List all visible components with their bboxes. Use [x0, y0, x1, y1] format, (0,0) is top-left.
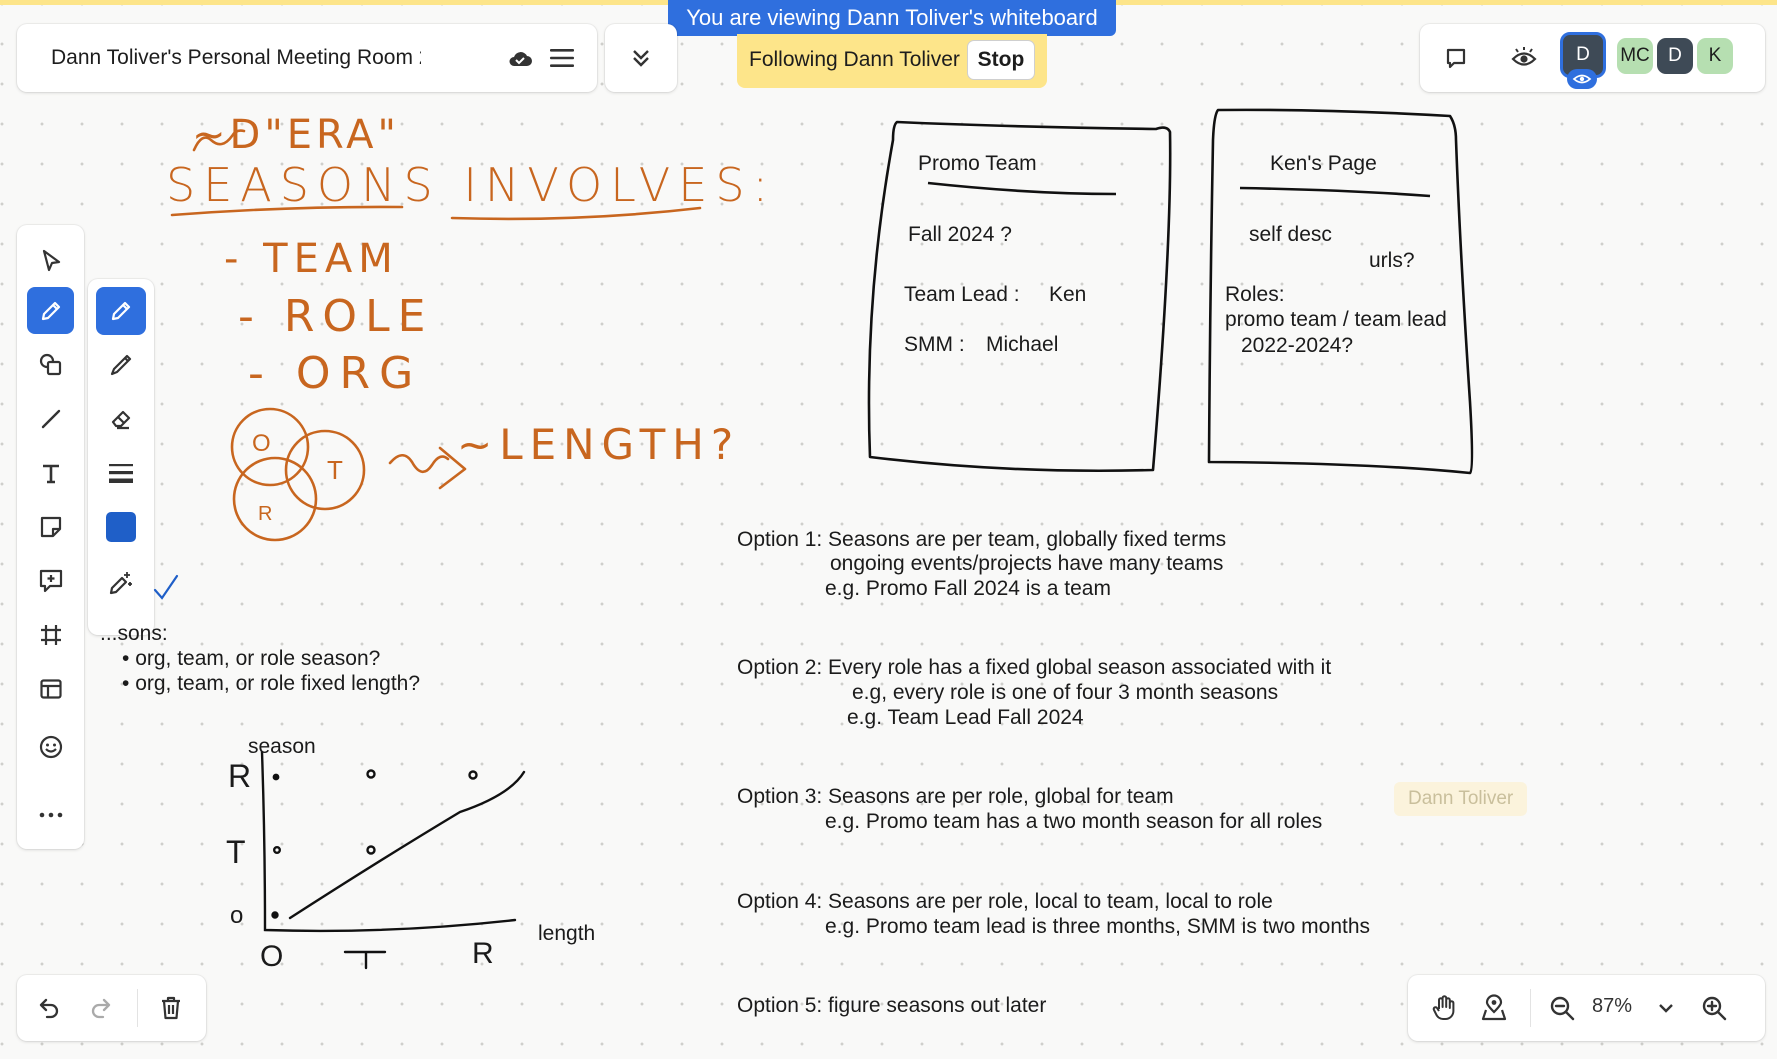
- graph-y-tick: R: [228, 758, 252, 794]
- cloud-saved-icon[interactable]: [505, 43, 535, 73]
- stop-following-button[interactable]: Stop: [967, 40, 1035, 80]
- template-tool-icon[interactable]: [27, 665, 74, 712]
- user-avatar[interactable]: D: [1657, 38, 1693, 74]
- option-4-line: e.g. Promo team lead is three months, SM…: [825, 915, 1371, 938]
- promo-card-title: Promo Team: [918, 152, 1037, 175]
- eraser-icon[interactable]: [96, 395, 146, 443]
- promo-lead-label: Team Lead :: [904, 283, 1020, 306]
- emoji-tool-icon[interactable]: [27, 723, 74, 770]
- collaboration-panel: D MC D K: [1420, 24, 1765, 92]
- venn-label: T: [327, 455, 343, 485]
- sticky-note-tool-icon[interactable]: [27, 503, 74, 550]
- user-avatar[interactable]: K: [1697, 38, 1733, 74]
- option-1-line: ongoing events/projects have many teams: [830, 552, 1224, 575]
- navigation-panel: 87%: [1408, 975, 1765, 1041]
- graph-x-tick: O: [260, 940, 284, 973]
- more-tools-icon[interactable]: [27, 791, 74, 838]
- viewing-banner: You are viewing Dann Toliver's whiteboar…: [668, 0, 1116, 36]
- text-tool-icon[interactable]: [27, 449, 74, 496]
- divider: [137, 989, 138, 1027]
- graph-y-label: season: [248, 735, 316, 758]
- tool-palette: [17, 225, 84, 849]
- watching-eye-icon: [1567, 69, 1597, 89]
- option-5-title: Option 5: figure seasons out later: [737, 994, 1047, 1017]
- graph-x-label: length: [538, 922, 596, 945]
- handwritten-role: - ROLE: [238, 291, 434, 342]
- board-title[interactable]: Dann Toliver's Personal Meeting Room 20.…: [51, 46, 421, 70]
- option-4-title: Option 4: Seasons are per role, local to…: [737, 890, 1273, 913]
- user-avatar[interactable]: MC: [1617, 38, 1653, 74]
- following-text: Following Dann Toliver: [749, 48, 960, 71]
- history-panel: [17, 975, 206, 1041]
- seasons-bullet: • org, team, or role season?: [122, 647, 381, 670]
- frame-tool-icon[interactable]: [27, 611, 74, 658]
- option-2-line: e.g. Team Lead Fall 2024: [847, 706, 1084, 729]
- option-2-title: Option 2: Every role has a fixed global …: [737, 656, 1332, 679]
- promo-smm-label: SMM :: [904, 333, 965, 356]
- venn-label: O: [252, 430, 271, 457]
- option-1-line: e.g. Promo Fall 2024 is a team: [825, 577, 1111, 600]
- ken-card-title: Ken's Page: [1270, 152, 1377, 175]
- option-2-line: e.g, every role is one of four 3 month s…: [852, 681, 1279, 704]
- draw-tool-icon[interactable]: [27, 287, 74, 334]
- handwritten-org: - ORG: [248, 348, 423, 399]
- chevrons-down-icon[interactable]: [625, 42, 657, 74]
- collaborator-cursor-label: Dann Toliver: [1394, 782, 1528, 816]
- graph-y-tick: T: [226, 834, 246, 870]
- option-3-title: Option 3: Seasons are per role, global f…: [737, 785, 1174, 808]
- trash-icon[interactable]: [155, 992, 187, 1024]
- ken-card-urls: urls?: [1369, 249, 1415, 272]
- follow-eye-icon[interactable]: [1508, 42, 1540, 74]
- draw-options-panel: [88, 279, 154, 635]
- zoom-in-icon[interactable]: [1698, 992, 1730, 1024]
- pen-icon[interactable]: [96, 287, 146, 335]
- venn-label: R: [258, 503, 273, 525]
- magic-pen-icon[interactable]: [96, 559, 146, 607]
- handwritten-team: - TEAM: [224, 236, 399, 282]
- select-tool-icon[interactable]: [27, 237, 74, 284]
- seasons-bullet: • org, team, or role fixed length?: [122, 672, 421, 695]
- graph-y-tick: o: [230, 902, 244, 929]
- option-3-line: e.g. Promo team has a two month season f…: [825, 810, 1323, 833]
- selected-color-swatch: [106, 512, 136, 542]
- ken-card-roles-value: promo team / team lead: [1225, 308, 1447, 331]
- title-panel: Dann Toliver's Personal Meeting Room 20.…: [17, 24, 597, 92]
- stroke-width-icon[interactable]: [96, 449, 146, 497]
- undo-icon[interactable]: [33, 992, 65, 1024]
- menu-icon[interactable]: [547, 43, 577, 73]
- ken-card-roles-label: Roles:: [1225, 283, 1285, 306]
- shapes-tool-icon[interactable]: [27, 341, 74, 388]
- ken-card-years: 2022-2024?: [1241, 334, 1354, 357]
- handwritten-heading: SEASONS INVOLVES:: [166, 158, 777, 212]
- divider: [1530, 989, 1531, 1027]
- promo-smm-value: Michael: [986, 333, 1059, 356]
- following-banner: Following Dann Toliver Stop: [737, 34, 1047, 88]
- marker-icon[interactable]: [96, 341, 146, 389]
- comment-icon[interactable]: [1440, 42, 1472, 74]
- zoom-menu-chevron-icon[interactable]: [1650, 992, 1682, 1024]
- promo-lead-value: Ken: [1049, 283, 1087, 306]
- option-1-title: Option 1: Seasons are per team, globally…: [737, 528, 1227, 551]
- promo-card-season: Fall 2024 ?: [908, 223, 1012, 246]
- line-tool-icon[interactable]: [27, 395, 74, 442]
- redo-icon[interactable]: [85, 992, 117, 1024]
- minimap-pin-icon[interactable]: [1478, 992, 1510, 1024]
- zoom-level[interactable]: 87%: [1592, 995, 1632, 1018]
- graph-x-tick: R: [472, 937, 494, 970]
- ken-card-desc: self desc: [1249, 223, 1332, 246]
- handwritten-era: ~D"ERA": [192, 112, 400, 158]
- comment-add-tool-icon[interactable]: [27, 557, 74, 604]
- color-swatch[interactable]: [96, 503, 146, 551]
- hand-pan-icon[interactable]: [1428, 992, 1460, 1024]
- collapse-panel: [605, 24, 677, 92]
- handwritten-length: ~LENGTH?: [457, 420, 741, 469]
- seasons-label: ...sons:: [100, 622, 168, 645]
- zoom-out-icon[interactable]: [1546, 992, 1578, 1024]
